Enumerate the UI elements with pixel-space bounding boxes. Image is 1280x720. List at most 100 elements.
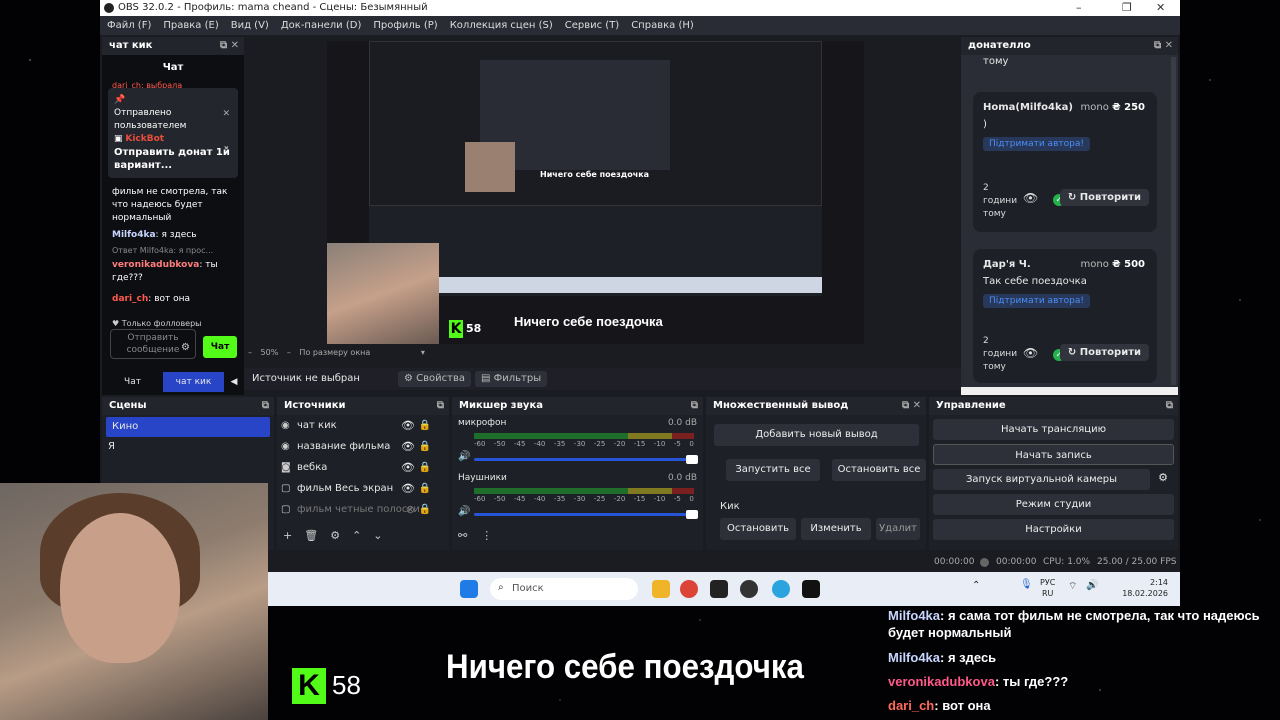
lock-icon[interactable]: 🔒: [419, 415, 431, 436]
support-author-link[interactable]: Підтримати автора!: [983, 137, 1090, 151]
dock-controls[interactable]: ⧉: [691, 397, 698, 415]
delete-button[interactable]: Удалит: [876, 518, 920, 540]
more-icon[interactable]: ⋮: [481, 529, 492, 542]
scene-item[interactable]: Я: [102, 437, 274, 457]
wifi-icon[interactable]: ⌔: [1068, 580, 1077, 593]
studio-mode-button[interactable]: Режим студии: [933, 494, 1174, 515]
telegram-icon[interactable]: [772, 580, 790, 598]
eye-icon[interactable]: 👁: [1023, 191, 1038, 205]
tab-chat-kick[interactable]: чат кик: [163, 372, 224, 392]
minimize-button[interactable]: –: [1076, 0, 1082, 16]
obs-icon[interactable]: [740, 580, 758, 598]
filters-button[interactable]: ▤ Фильтры: [475, 371, 548, 387]
file-explorer-icon[interactable]: [652, 580, 670, 598]
gear-icon[interactable]: ⚙: [1158, 471, 1168, 484]
lock-icon[interactable]: 🔒: [419, 499, 431, 520]
fit-mode[interactable]: По размеру окна: [299, 348, 370, 357]
volume-fader[interactable]: [474, 510, 698, 519]
app-icon[interactable]: [710, 580, 728, 598]
scrollbar[interactable]: [1171, 57, 1176, 385]
settings-button[interactable]: Настройки: [933, 519, 1174, 540]
menu-tools[interactable]: Сервис (T): [565, 16, 619, 35]
zoom-minus[interactable]: –: [248, 348, 255, 357]
arrow-down-icon[interactable]: ⌄: [373, 529, 382, 542]
dock-controls[interactable]: ⧉: [437, 397, 444, 415]
menu-help[interactable]: Справка (H): [631, 16, 694, 35]
eye-icon[interactable]: 👁: [401, 415, 415, 436]
lock-icon[interactable]: 🔒: [419, 457, 431, 478]
menu-view[interactable]: Вид (V): [231, 16, 269, 35]
eye-icon[interactable]: 👁: [401, 457, 415, 478]
dock-controls[interactable]: ⧉: [1166, 397, 1173, 415]
eye-icon[interactable]: 👁: [401, 436, 415, 457]
stop-all-button[interactable]: Остановить все: [832, 459, 926, 481]
trash-icon[interactable]: 🗑: [304, 529, 318, 542]
windows-start-icon[interactable]: [460, 580, 478, 598]
dock-controls[interactable]: ⧉ ✕: [1154, 37, 1173, 55]
eye-icon[interactable]: 👁: [401, 478, 415, 499]
volume-icon[interactable]: 🔊: [1086, 580, 1098, 591]
eye-off-icon[interactable]: ⊘: [406, 499, 415, 520]
support-author-link[interactable]: Підтримати автора!: [983, 294, 1090, 308]
dock-controls[interactable]: ⧉ ✕: [902, 397, 921, 415]
zoom-plus[interactable]: –: [287, 348, 291, 357]
start-streaming-button[interactable]: Начать трансляцию: [933, 419, 1174, 440]
speaker-icon[interactable]: 🔊: [458, 451, 470, 462]
unpin-icon[interactable]: ✕: [222, 108, 230, 121]
preview-canvas[interactable]: Ничего себе поездочка K 58 Ничего себе п…: [327, 41, 864, 344]
stop-button[interactable]: Остановить: [720, 518, 796, 540]
source-item[interactable]: ▢ фильм четные полоски ⊘ 🔒: [277, 499, 449, 520]
menu-file[interactable]: Файл (F): [107, 16, 151, 35]
close-button[interactable]: ✕: [1156, 0, 1165, 16]
eye-icon[interactable]: 👁: [1023, 346, 1038, 360]
language-indicator[interactable]: РУС RU: [1040, 577, 1055, 599]
retry-button[interactable]: ↻ Повторити: [1059, 344, 1149, 361]
volume-fader[interactable]: [474, 455, 698, 464]
dock-controls[interactable]: ⧉ ✕: [220, 37, 239, 55]
zoom-level[interactable]: 50%: [261, 348, 279, 357]
lock-icon[interactable]: 🔒: [419, 478, 431, 499]
chevron-down-icon[interactable]: ⌄: [222, 140, 230, 153]
chevron-down-icon[interactable]: ▾: [421, 348, 425, 357]
arrow-up-icon[interactable]: ⌃: [352, 529, 361, 542]
retry-button[interactable]: ↻ Повторити: [1059, 189, 1149, 206]
horizontal-scrollbar[interactable]: [961, 387, 1178, 395]
tab-arrow-icon[interactable]: ◀: [224, 372, 244, 392]
clock[interactable]: 2:14 18.02.2026: [1116, 577, 1168, 599]
source-item[interactable]: ◙ вебка 👁 🔒: [277, 457, 449, 478]
microphone-icon[interactable]: 🎙: [1020, 579, 1033, 590]
dock-controls[interactable]: ⧉: [262, 397, 269, 415]
menu-edit[interactable]: Правка (E): [163, 16, 218, 35]
pinned-message[interactable]: 📌 Отправлено пользователем ▣ KickBot Отп…: [108, 88, 238, 178]
gear-icon[interactable]: ⚙: [330, 529, 340, 542]
chat-username[interactable]: Milfo4ka: [112, 230, 156, 240]
gear-icon[interactable]: ⚙: [181, 342, 190, 353]
tray-chevron-icon[interactable]: ⌃: [972, 580, 980, 591]
lock-icon[interactable]: 🔒: [419, 436, 431, 457]
source-item[interactable]: ◉ чат кик 👁 🔒: [277, 415, 449, 436]
start-all-button[interactable]: Запустить все: [726, 459, 820, 481]
terminal-icon[interactable]: [802, 580, 820, 598]
scene-item[interactable]: Кино: [106, 417, 270, 437]
source-item[interactable]: ◉ название фильма 👁 🔒: [277, 436, 449, 457]
menu-scene-collection[interactable]: Коллекция сцен (S): [450, 16, 553, 35]
chat-username[interactable]: veronikadubkova: [112, 260, 199, 270]
chrome-icon[interactable]: [680, 580, 698, 598]
menu-profile[interactable]: Профиль (P): [373, 16, 437, 35]
network-icon[interactable]: ⚯: [458, 529, 467, 542]
tab-chat[interactable]: Чат: [102, 372, 163, 392]
virtual-camera-button[interactable]: Запуск виртуальной камеры: [933, 469, 1150, 490]
menu-docks[interactable]: Док-панели (D): [281, 16, 362, 35]
time-value: 2: [983, 336, 989, 346]
edit-button[interactable]: Изменить: [801, 518, 871, 540]
chat-send-button[interactable]: Чат: [203, 336, 237, 358]
properties-button[interactable]: ⚙ Свойства: [398, 371, 471, 387]
speaker-icon[interactable]: 🔊: [458, 506, 470, 517]
source-item[interactable]: ▢ фильм Весь экран 👁 🔒: [277, 478, 449, 499]
taskbar-search[interactable]: Поиск: [490, 578, 638, 600]
add-output-button[interactable]: Добавить новый вывод: [714, 424, 919, 446]
start-recording-button[interactable]: Начать запись: [933, 444, 1174, 465]
maximize-button[interactable]: ❐: [1122, 0, 1132, 16]
chat-username[interactable]: dari_ch: [112, 294, 148, 304]
add-icon[interactable]: +: [283, 529, 292, 542]
